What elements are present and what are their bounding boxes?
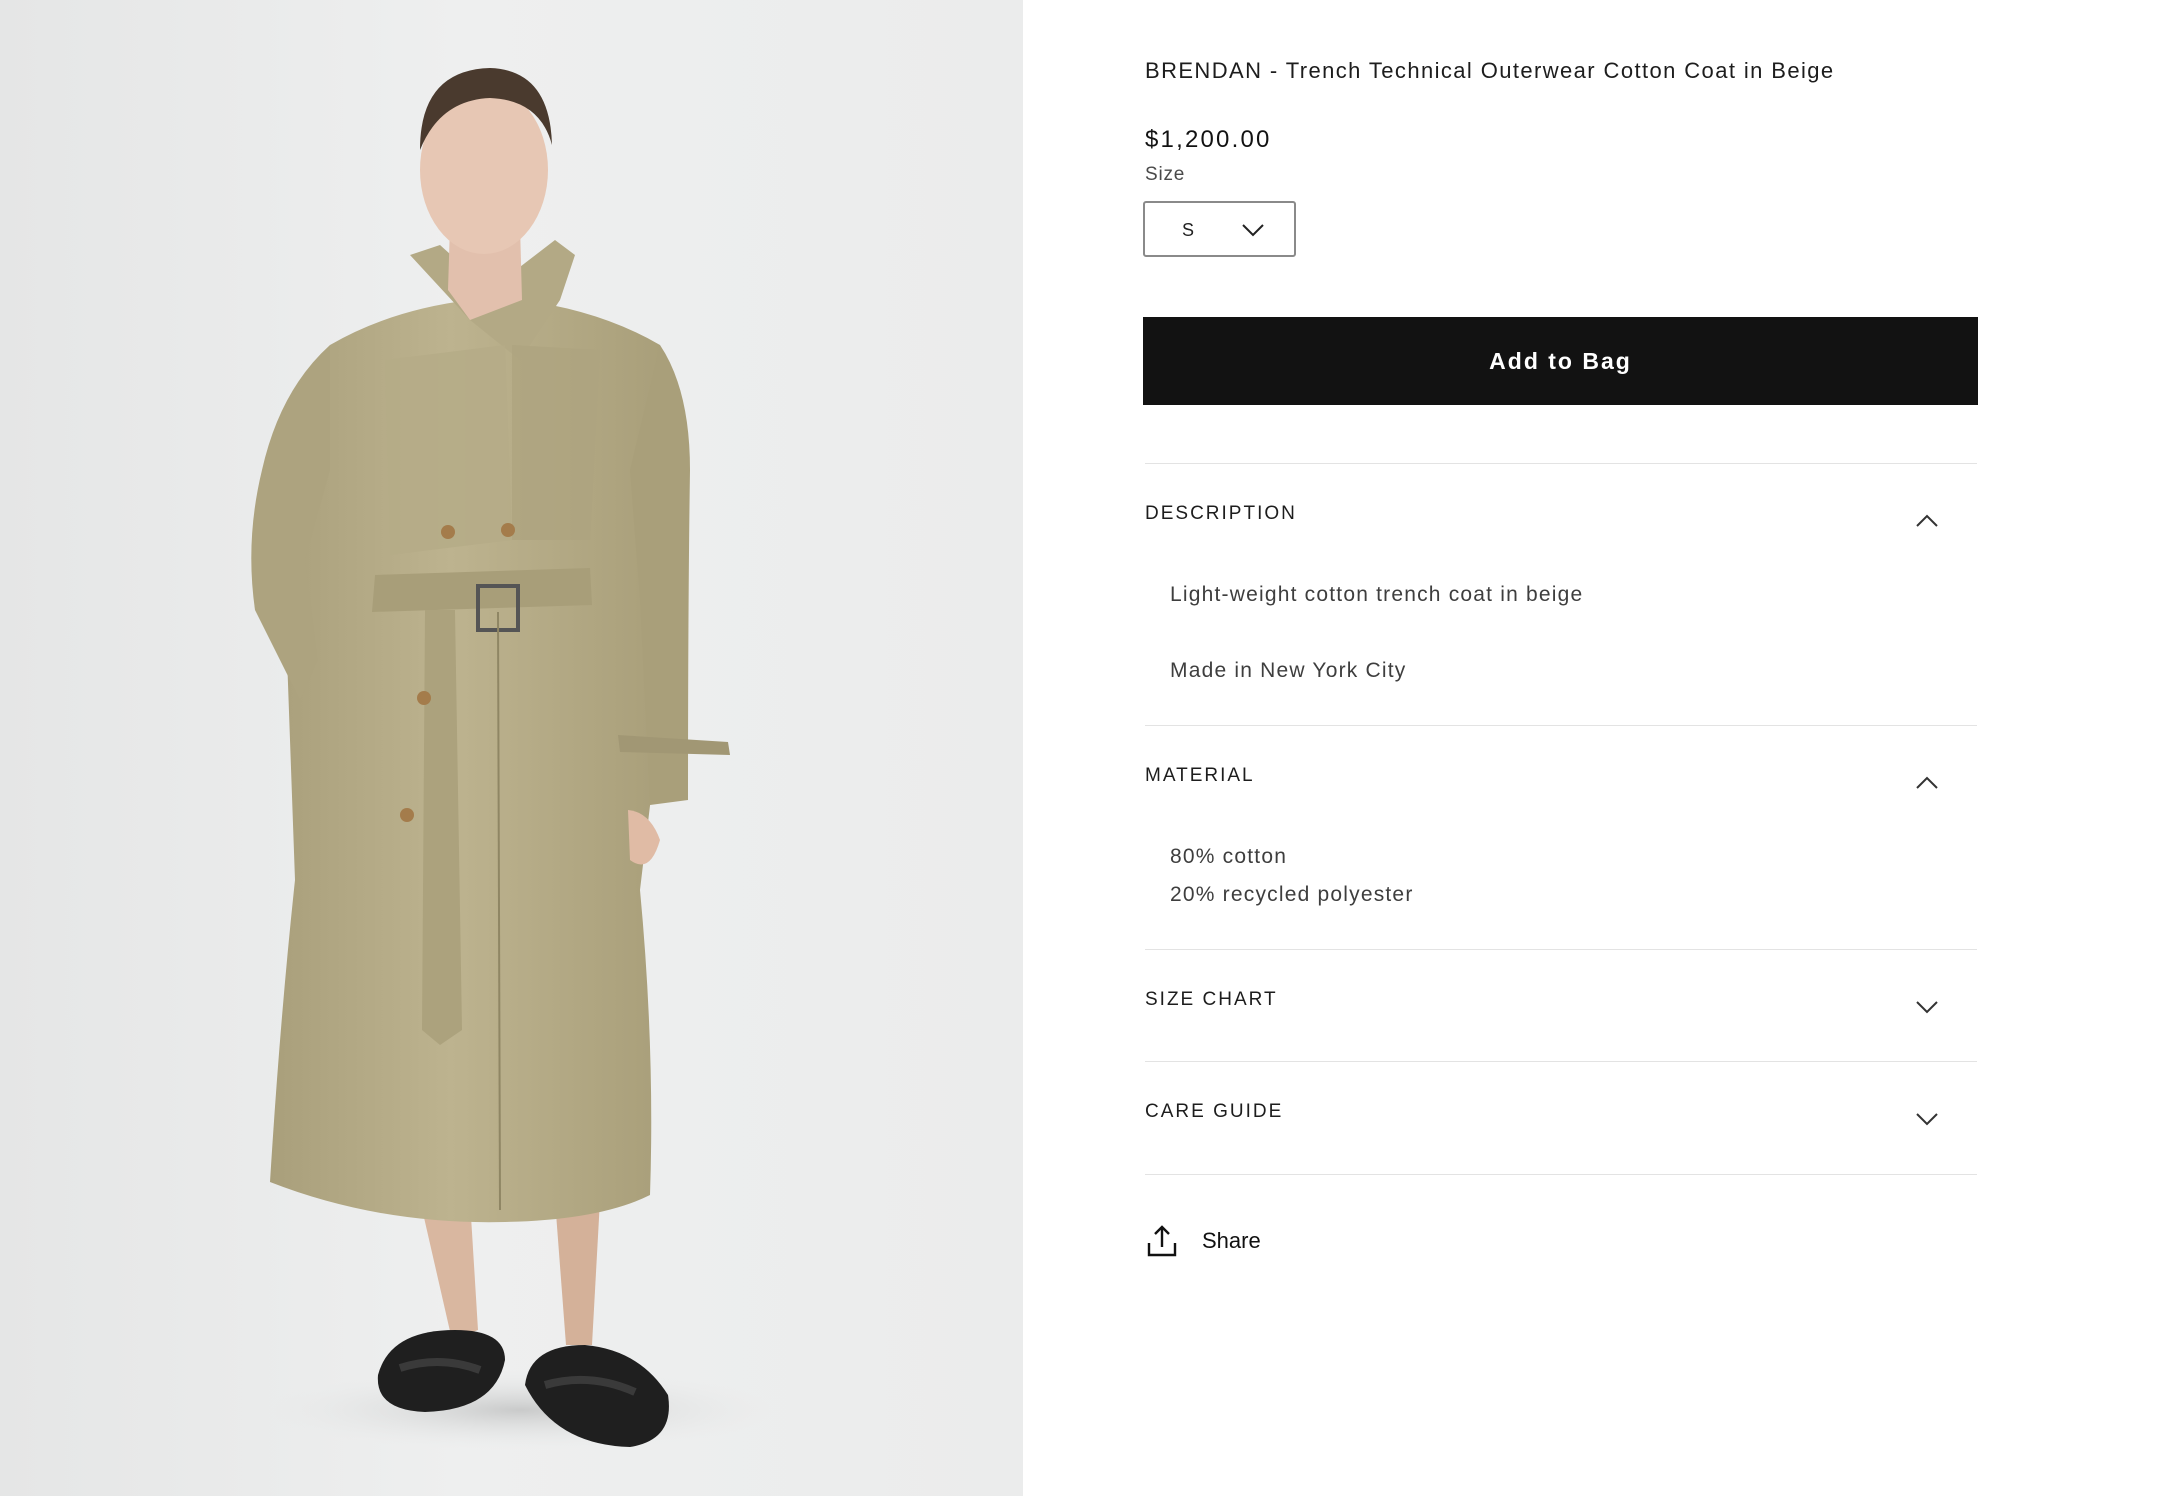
add-to-bag-button[interactable]: Add to Bag [1143, 317, 1978, 405]
accordion-material-title: MATERIAL [1145, 765, 1255, 786]
chevron-down-icon [1242, 224, 1264, 237]
product-image[interactable] [0, 0, 1023, 1496]
share-upload-icon [1147, 1225, 1177, 1257]
divider [1145, 1061, 1977, 1062]
accordion-size-chart-header[interactable]: SIZE CHART [1145, 989, 1977, 1049]
divider [1145, 725, 1977, 726]
description-line: Made in New York City [1170, 659, 1407, 682]
accordion-description-header[interactable]: DESCRIPTION [1145, 503, 1977, 563]
product-info-panel: BRENDAN - Trench Technical Outerwear Cot… [1143, 0, 1980, 1496]
accordion-size-chart-title: SIZE CHART [1145, 989, 1278, 1010]
divider [1145, 949, 1977, 950]
chevron-up-icon [1916, 776, 1938, 789]
share-label: Share [1202, 1228, 1261, 1253]
chevron-down-icon [1916, 1001, 1938, 1014]
share-button[interactable]: Share [1147, 1225, 1287, 1259]
chevron-up-icon [1916, 514, 1938, 527]
divider [1145, 1174, 1977, 1175]
product-title: BRENDAN - Trench Technical Outerwear Cot… [1145, 58, 1835, 83]
description-line: Light-weight cotton trench coat in beige [1170, 583, 1584, 606]
size-dropdown[interactable]: S [1143, 201, 1296, 257]
material-line: 20% recycled polyester [1170, 883, 1414, 906]
material-line: 80% cotton [1170, 845, 1288, 868]
divider [1145, 463, 1977, 464]
chevron-down-icon [1916, 1113, 1938, 1126]
size-selected-value: S [1182, 220, 1196, 240]
accordion-description-title: DESCRIPTION [1145, 503, 1297, 524]
accordion-care-guide-header[interactable]: CARE GUIDE [1145, 1101, 1977, 1161]
accordion-material-header[interactable]: MATERIAL [1145, 765, 1977, 825]
model-illustration [251, 68, 780, 1450]
size-label: Size [1145, 164, 1186, 185]
product-price: $1,200.00 [1145, 126, 1272, 153]
accordion-care-guide-title: CARE GUIDE [1145, 1101, 1284, 1122]
